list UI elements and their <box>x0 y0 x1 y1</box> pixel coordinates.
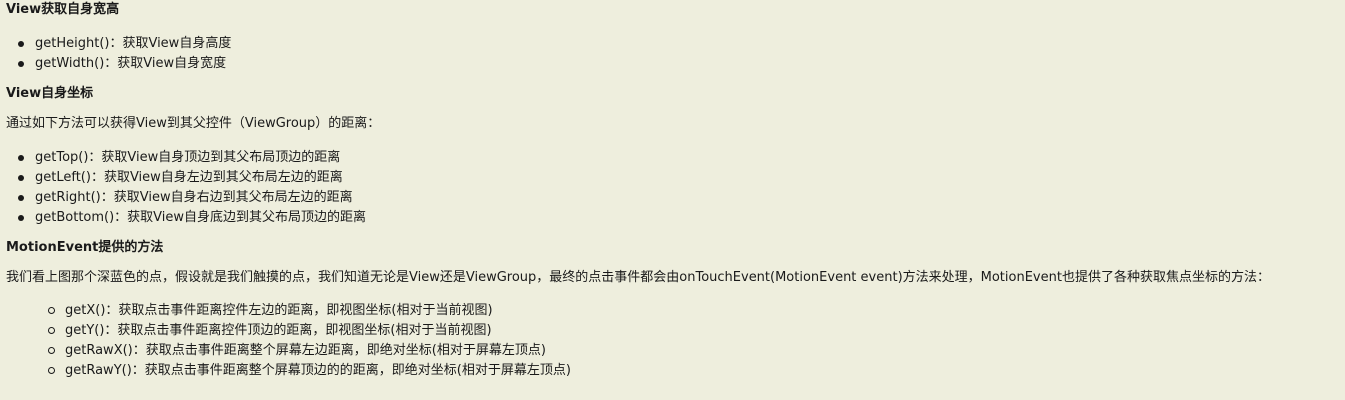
list-item-text: getRight()：获取View自身右边到其父布局左边的距离 <box>35 190 353 205</box>
list-item-text: getY()：获取点击事件距离控件顶边的距离，即视图坐标(相对于当前视图) <box>65 323 492 338</box>
bullet-disc-icon <box>18 155 24 161</box>
list-item-text: getTop()：获取View自身顶边到其父布局顶边的距离 <box>35 150 341 165</box>
list-item-text: getLeft()：获取View自身左边到其父布局左边的距离 <box>35 170 343 185</box>
bullet-disc-icon <box>18 61 24 67</box>
document-body: View获取自身宽高 getHeight()：获取View自身高度 getWid… <box>6 0 1345 381</box>
motion-event-intro: 我们看上图那个深蓝色的点，假设就是我们触摸的点，我们知道无论是View还是Vie… <box>6 270 1270 285</box>
list-item-text: getWidth()：获取View自身宽度 <box>35 56 227 71</box>
bullet-disc-icon <box>18 41 24 47</box>
list-item: getY()：获取点击事件距离控件顶边的距离，即视图坐标(相对于当前视图) <box>6 321 1345 341</box>
list-item: getRight()：获取View自身右边到其父布局左边的距离 <box>6 188 1345 208</box>
view-coords-intro: 通过如下方法可以获得View到其父控件（ViewGroup）的距离： <box>6 116 381 131</box>
list-item-text: getX()：获取点击事件距离控件左边的距离，即视图坐标(相对于当前视图) <box>65 303 493 318</box>
list-item: getHeight()：获取View自身高度 <box>6 34 1345 54</box>
bullet-circle-icon <box>48 347 55 354</box>
list-item-text: getRawY()：获取点击事件距离整个屏幕顶边的的距离，即绝对坐标(相对于屏幕… <box>65 363 571 378</box>
list-item: getTop()：获取View自身顶边到其父布局顶边的距离 <box>6 148 1345 168</box>
bullet-circle-icon <box>48 307 55 314</box>
list-item: getRawX()：获取点击事件距离整个屏幕左边距离，即绝对坐标(相对于屏幕左顶… <box>6 341 1345 361</box>
section-heading-view-size: View获取自身宽高 <box>6 2 120 17</box>
section-heading-motion-event: MotionEvent提供的方法 <box>6 240 164 255</box>
view-size-method-list: getHeight()：获取View自身高度 getWidth()：获取View… <box>6 34 1345 74</box>
bullet-circle-icon <box>48 327 55 334</box>
section-heading-view-coords: View自身坐标 <box>6 86 94 101</box>
bullet-circle-icon <box>48 367 55 374</box>
bullet-disc-icon <box>18 175 24 181</box>
list-item: getLeft()：获取View自身左边到其父布局左边的距离 <box>6 168 1345 188</box>
motion-event-method-list: getX()：获取点击事件距离控件左边的距离，即视图坐标(相对于当前视图) ge… <box>6 301 1345 381</box>
list-item: getWidth()：获取View自身宽度 <box>6 54 1345 74</box>
list-item-text: getBottom()：获取View自身底边到其父布局顶边的距离 <box>35 210 367 225</box>
list-item-text: getHeight()：获取View自身高度 <box>35 36 232 51</box>
bullet-disc-icon <box>18 215 24 221</box>
list-item-text: getRawX()：获取点击事件距离整个屏幕左边距离，即绝对坐标(相对于屏幕左顶… <box>65 343 546 358</box>
view-coords-method-list: getTop()：获取View自身顶边到其父布局顶边的距离 getLeft()：… <box>6 148 1345 228</box>
list-item: getRawY()：获取点击事件距离整个屏幕顶边的的距离，即绝对坐标(相对于屏幕… <box>6 361 1345 381</box>
list-item: getX()：获取点击事件距离控件左边的距离，即视图坐标(相对于当前视图) <box>6 301 1345 321</box>
bullet-disc-icon <box>18 195 24 201</box>
list-item: getBottom()：获取View自身底边到其父布局顶边的距离 <box>6 208 1345 228</box>
